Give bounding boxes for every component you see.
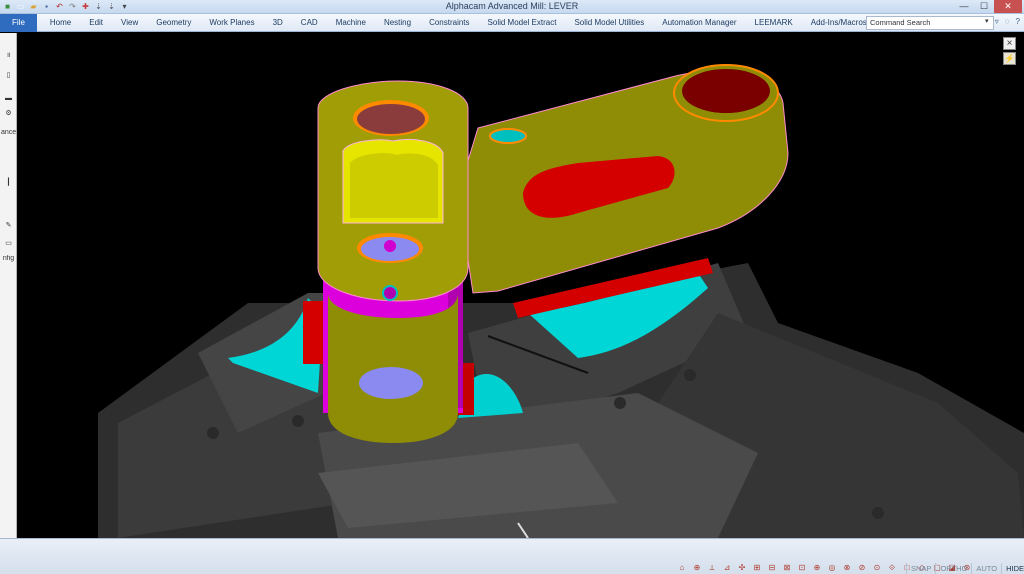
ribbon-right-icons: ▿ ◌ ?: [995, 17, 1020, 26]
status-tool-1-icon[interactable]: ⊕: [691, 562, 703, 573]
help-icon[interactable]: ?: [1016, 17, 1020, 26]
status-tool-14-icon[interactable]: ⟐: [886, 562, 898, 573]
ribbon-tabs: File Home Edit View Geometry Work Planes 3D CAD…: [0, 14, 876, 32]
panel-box-icon[interactable]: ▭: [1, 239, 16, 247]
ribbon: File Home Edit View Geometry Work Planes 3D CAD…: [0, 14, 1024, 32]
title-bar: ■ ▭ ▰ ▪ ↶ ↷ ✚ ⇣ ⇣ ▾ Alphacam Advanced Mill: LEVER…: [0, 0, 1024, 14]
ribbon-collapse-icon[interactable]: ▿: [995, 17, 999, 26]
window-controls: — ☐ ✕: [954, 0, 1022, 13]
status-tool-10-icon[interactable]: ◎: [826, 562, 838, 573]
tab-3d[interactable]: 3D: [264, 14, 292, 32]
toggle-ortho[interactable]: ORTHO: [935, 563, 971, 574]
panel-pencil-icon[interactable]: ✎: [1, 221, 16, 229]
status-toggles: SNAP ORTHO AUTO HIDE: [906, 563, 1024, 574]
tab-automation-manager[interactable]: Automation Manager: [653, 14, 745, 32]
panel-label-config[interactable]: nfig: [1, 255, 16, 262]
status-tool-2-icon[interactable]: ⟂: [706, 562, 718, 573]
graphics-viewport[interactable]: × ⚡: [18, 33, 1024, 538]
toggle-auto[interactable]: AUTO: [971, 563, 1001, 574]
tab-view[interactable]: View: [112, 14, 147, 32]
tab-nesting[interactable]: Nesting: [375, 14, 420, 32]
tab-leemark[interactable]: LEEMARK: [746, 14, 802, 32]
status-tool-11-icon[interactable]: ⊗: [841, 562, 853, 573]
view-mode-icon[interactable]: ⚡: [1003, 52, 1016, 65]
command-search-input[interactable]: Command Search: [866, 16, 994, 30]
panel-feed-icon[interactable]: ⚙: [1, 109, 16, 117]
status-tool-6-icon[interactable]: ⊟: [766, 562, 778, 573]
tab-edit[interactable]: Edit: [80, 14, 112, 32]
alphacam-window: ■ ▭ ▰ ▪ ↶ ↷ ✚ ⇣ ⇣ ▾ Alphacam Advanced Mill: LEVER…: [0, 0, 1024, 574]
left-panel: ॥ ▯ ▬ ⚙ ance ┃ ✎ ▭ nfig: [0, 33, 17, 538]
status-tool-7-icon[interactable]: ⊠: [781, 562, 793, 573]
tab-geometry[interactable]: Geometry: [147, 14, 200, 32]
lever-arm: [457, 64, 789, 294]
status-tool-12-icon[interactable]: ⊘: [856, 562, 868, 573]
tab-cad[interactable]: CAD: [292, 14, 327, 32]
tab-solid-model-utilities[interactable]: Solid Model Utilities: [565, 14, 653, 32]
panel-slider-top[interactable]: ▯: [1, 71, 16, 79]
viewport-close-button[interactable]: ×: [1003, 37, 1016, 50]
status-tool-13-icon[interactable]: ⊙: [871, 562, 883, 573]
status-bar: ⌂ ⊕ ⟂ ⊿ ✣ ⊞ ⊟ ⊠ ⊡ ⊕ ◎ ⊗ ⊘ ⊙ ⟐ □ ◇ ▢ ◪ ⊛ SNAP ORTHO AUTO HIDE: [0, 538, 1024, 574]
olive-clamp-body: [317, 80, 469, 443]
minimize-button[interactable]: —: [954, 0, 974, 13]
status-tool-4-icon[interactable]: ✣: [736, 562, 748, 573]
tab-home[interactable]: Home: [41, 14, 80, 32]
status-tool-3-icon[interactable]: ⊿: [721, 562, 733, 573]
status-tool-5-icon[interactable]: ⊞: [751, 562, 763, 573]
tab-file[interactable]: File: [0, 14, 37, 32]
status-tool-8-icon[interactable]: ⊡: [796, 562, 808, 573]
toggle-snap[interactable]: SNAP: [906, 563, 935, 574]
status-tool-9-icon[interactable]: ⊕: [811, 562, 823, 573]
3d-model-view: [98, 64, 1024, 538]
panel-stop-icon[interactable]: ▬: [1, 95, 16, 102]
tab-constraints[interactable]: Constraints: [420, 14, 478, 32]
status-tool-0-icon[interactable]: ⌂: [676, 562, 688, 573]
tab-add-ins-macros[interactable]: Add-Ins/Macros: [802, 14, 876, 32]
toggle-hide[interactable]: HIDE: [1001, 563, 1024, 574]
panel-slider[interactable]: ┃: [1, 163, 16, 203]
tab-work-planes[interactable]: Work Planes: [200, 14, 263, 32]
close-button[interactable]: ✕: [994, 0, 1022, 13]
window-title: Alphacam Advanced Mill: LEVER: [445, 1, 579, 11]
panel-label-tolerance[interactable]: ance: [1, 129, 16, 136]
options-icon[interactable]: ◌: [1005, 17, 1010, 26]
tab-machine[interactable]: Machine: [327, 14, 375, 32]
chevron-down-icon[interactable]: ▾: [985, 17, 989, 25]
maximize-button[interactable]: ☐: [974, 0, 994, 13]
tab-solid-model-extract[interactable]: Solid Model Extract: [479, 14, 566, 32]
panel-pause-icon[interactable]: ॥: [1, 51, 16, 60]
